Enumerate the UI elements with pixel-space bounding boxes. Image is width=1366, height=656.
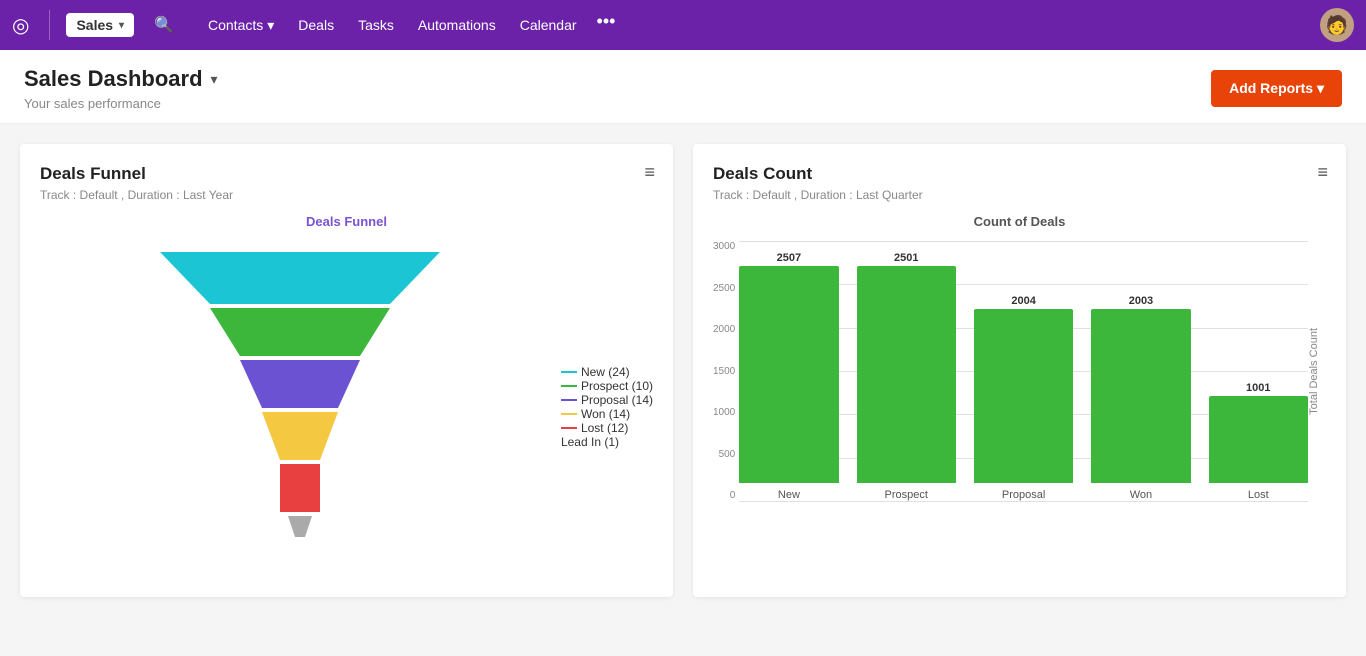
bar-group-lost: 1001 Lost <box>1209 382 1308 501</box>
contacts-link[interactable]: Contacts ▾ <box>198 11 284 40</box>
bar-group-prospect: 2501 Prospect <box>857 252 956 501</box>
funnel-container: New (24) Prospect (10) Proposal (14) Won… <box>40 237 653 577</box>
y-tick-3000: 3000 <box>713 241 735 252</box>
bar-label-lost: Lost <box>1248 489 1269 501</box>
add-reports-button[interactable]: Add Reports ▾ <box>1211 70 1342 107</box>
sales-dropdown[interactable]: Sales ▾ <box>66 13 134 37</box>
bar-won <box>1091 309 1190 483</box>
bar-value-proposal: 2004 <box>1011 295 1035 307</box>
sales-dropdown-label: Sales <box>76 17 113 33</box>
bar-card: Deals Count Track : Default , Duration :… <box>693 144 1346 597</box>
bar-label-prospect: Prospect <box>885 489 928 501</box>
funnel-menu-icon[interactable]: ≡ <box>644 162 655 183</box>
bar-card-subtitle: Track : Default , Duration : Last Quarte… <box>713 188 1326 202</box>
avatar[interactable]: 🧑 <box>1320 8 1354 42</box>
y-tick-500: 500 <box>713 449 735 460</box>
bar-menu-icon[interactable]: ≡ <box>1317 162 1328 183</box>
page-header: Sales Dashboard ▾ Your sales performance… <box>0 50 1366 124</box>
bar-value-new: 2507 <box>777 252 801 264</box>
funnel-label-leadin: Lead In (1) <box>561 435 653 449</box>
bar-card-title: Deals Count <box>713 164 1326 184</box>
bars-row: 2507 New 2501 Prospect 2004 <box>739 241 1308 501</box>
bar-group-won: 2003 Won <box>1091 295 1190 501</box>
y-tick-1000: 1000 <box>713 407 735 418</box>
funnel-label-prospect: Prospect (10) <box>561 379 653 393</box>
y-tick-1500: 1500 <box>713 366 735 377</box>
y-tick-0: 0 <box>713 490 735 501</box>
bar-chart-area: 3000 2500 2000 1500 1000 500 0 <box>713 241 1326 501</box>
y-axis-ticks: 3000 2500 2000 1500 1000 500 0 <box>713 241 735 501</box>
funnel-card-title: Deals Funnel <box>40 164 653 184</box>
page-title-chevron-icon[interactable]: ▾ <box>211 71 218 88</box>
funnel-label-won: Won (14) <box>561 407 653 421</box>
automations-link[interactable]: Automations <box>408 11 506 40</box>
y-axis-label: Total Deals Count <box>1308 328 1320 415</box>
funnel-label-lost: Lost (12) <box>561 421 653 435</box>
bar-chart-title: Count of Deals <box>713 214 1326 229</box>
bar-label-new: New <box>778 489 800 501</box>
funnel-svg <box>40 252 561 562</box>
main-content: Deals Funnel Track : Default , Duration … <box>0 124 1366 617</box>
bar-chart-inner: 2507 New 2501 Prospect 2004 <box>739 241 1308 501</box>
bar-group-new: 2507 New <box>739 252 838 501</box>
nav-divider <box>49 10 50 40</box>
more-icon[interactable]: ••• <box>591 11 622 40</box>
bar-proposal <box>974 309 1073 483</box>
funnel-chart-title: Deals Funnel <box>40 214 653 229</box>
funnel-label-proposal: Proposal (14) <box>561 393 653 407</box>
contacts-chevron-icon: ▾ <box>267 17 274 34</box>
bar-lost <box>1209 396 1308 483</box>
y-tick-2000: 2000 <box>713 324 735 335</box>
search-icon[interactable]: 🔍 <box>154 15 174 35</box>
page-subtitle: Your sales performance <box>24 96 218 111</box>
funnel-card-subtitle: Track : Default , Duration : Last Year <box>40 188 653 202</box>
bar-new <box>739 266 838 483</box>
chevron-down-icon: ▾ <box>119 20 124 31</box>
avatar-icon: 🧑 <box>1326 15 1348 36</box>
y-tick-2500: 2500 <box>713 283 735 294</box>
bar-label-proposal: Proposal <box>1002 489 1045 501</box>
calendar-link[interactable]: Calendar <box>510 11 587 40</box>
funnel-label-new: New (24) <box>561 365 653 379</box>
funnel-card: Deals Funnel Track : Default , Duration … <box>20 144 673 597</box>
deals-link[interactable]: Deals <box>288 11 344 40</box>
bar-value-won: 2003 <box>1129 295 1153 307</box>
funnel-labels: New (24) Prospect (10) Proposal (14) Won… <box>561 355 653 459</box>
bar-label-won: Won <box>1130 489 1152 501</box>
bar-value-lost: 1001 <box>1246 382 1270 394</box>
app-logo: ◎ <box>12 13 29 38</box>
bar-group-proposal: 2004 Proposal <box>974 295 1073 501</box>
tasks-link[interactable]: Tasks <box>348 11 404 40</box>
bar-value-prospect: 2501 <box>894 252 918 264</box>
page-title: Sales Dashboard <box>24 66 203 92</box>
add-reports-label: Add Reports ▾ <box>1229 80 1324 97</box>
bar-prospect <box>857 266 956 483</box>
nav-links: Contacts ▾ Deals Tasks Automations Calen… <box>198 11 621 40</box>
navbar: ◎ Sales ▾ 🔍 Contacts ▾ Deals Tasks Autom… <box>0 0 1366 50</box>
